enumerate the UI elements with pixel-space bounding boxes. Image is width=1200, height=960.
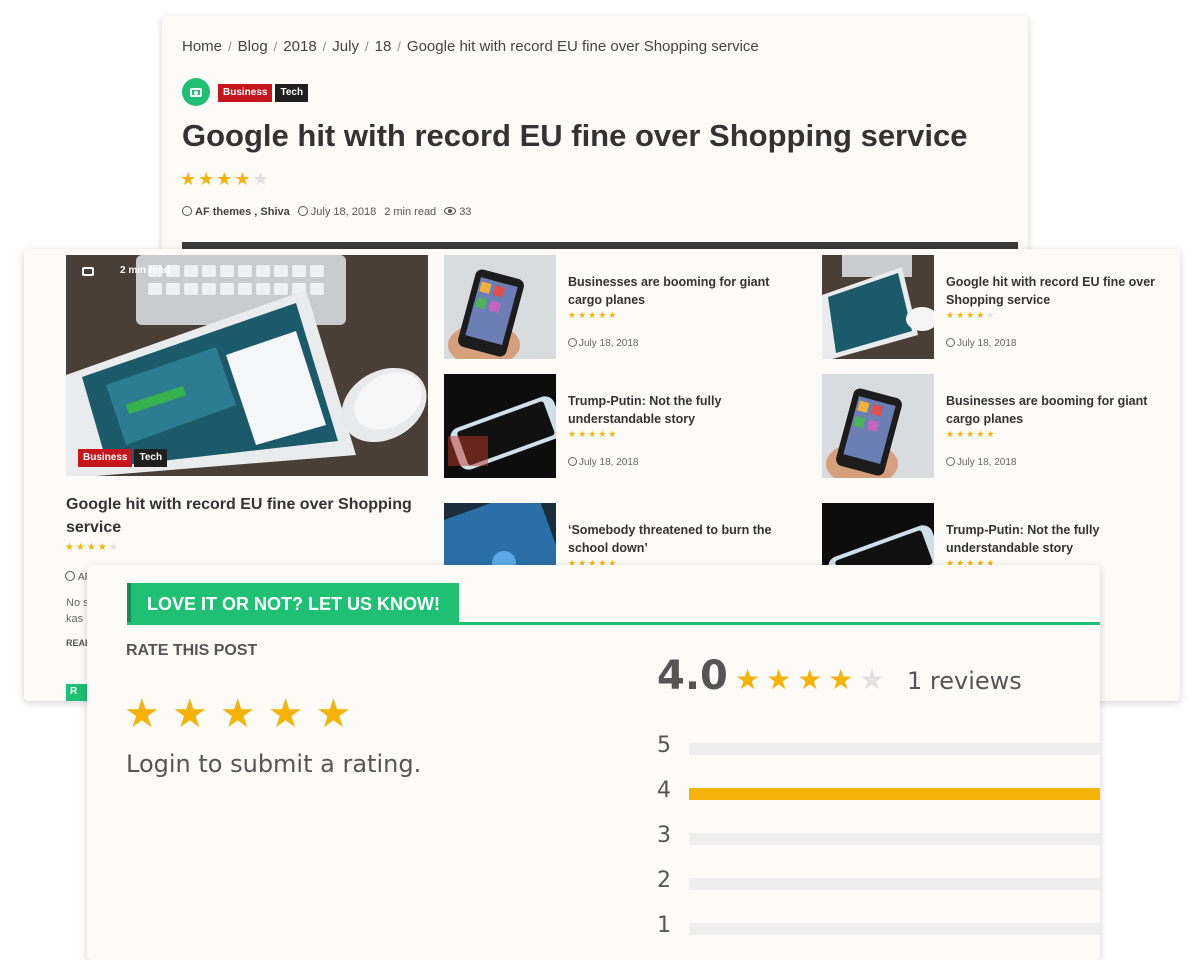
article-header-panel: Home / Blog/2018/July/18/Google hit with r… — [162, 16, 1028, 276]
post-card[interactable]: Businesses are booming for giant cargo p… — [444, 255, 804, 367]
clock-icon — [297, 206, 308, 216]
post-thumbnail[interactable] — [444, 255, 556, 359]
rating-divider — [127, 622, 1100, 625]
post-title[interactable]: Google hit with record EU fine over Shop… — [946, 273, 1180, 309]
excerpt-line-2: kas — [66, 613, 84, 625]
camera-icon — [182, 78, 210, 106]
featured-title[interactable]: Google hit with record EU fine over Shop… — [66, 493, 426, 539]
rating-bar-label: 1 — [657, 913, 671, 938]
rating-bar-track — [689, 743, 1100, 755]
average-rating: 4.0 — [657, 653, 728, 699]
post-title[interactable]: Businesses are booming for giant cargo p… — [568, 273, 804, 309]
tag-tech[interactable]: Tech — [134, 449, 168, 467]
breadcrumb-home[interactable]: Home — [182, 38, 222, 55]
rating-bar-row: 1 — [657, 913, 1100, 943]
post-rating-stars: ★★★★★ — [946, 310, 997, 320]
breadcrumb-year[interactable]: 2018 — [283, 38, 316, 55]
rate-star-5[interactable]: ★ — [315, 692, 363, 736]
article-meta: AF themes , Shiva July 18, 2018 2 min re… — [182, 206, 471, 218]
rating-bar-row: 5 — [657, 733, 1100, 763]
post-title[interactable]: Trump-Putin: Not the fully understandabl… — [568, 392, 804, 428]
rating-bar-fill — [689, 788, 1100, 800]
article-author[interactable]: AF themes , Shiva — [195, 206, 290, 218]
featured-image[interactable]: 2 min read Business Tech — [66, 255, 428, 476]
eye-icon — [444, 207, 457, 215]
tag-business[interactable]: Business — [78, 449, 133, 467]
featured-rating-stars: ★★★★★ — [65, 542, 120, 553]
tag-business[interactable]: Business — [218, 84, 273, 102]
post-thumbnail[interactable] — [444, 503, 556, 567]
rating-input-stars[interactable]: ★★★★★ — [124, 691, 363, 737]
post-title[interactable]: Trump-Putin: Not the fully understandabl… — [946, 521, 1180, 557]
post-thumbnail[interactable] — [822, 503, 934, 567]
post-date: July 18, 2018 — [568, 338, 639, 349]
article-date: July 18, 2018 — [310, 206, 377, 218]
featured-excerpt: No s kas — [66, 595, 89, 627]
rating-bar-label: 4 — [657, 778, 671, 803]
average-rating-stars: ★★★★★ — [735, 664, 891, 695]
post-date: July 18, 2018 — [946, 338, 1017, 349]
rating-bar-row: 4 — [657, 778, 1100, 808]
clock-icon — [568, 338, 577, 347]
breadcrumb-blog[interactable]: Blog — [238, 38, 268, 55]
rate-star-4[interactable]: ★ — [268, 692, 316, 736]
post-card[interactable]: Trump-Putin: Not the fully understandabl… — [822, 503, 1180, 567]
user-icon — [65, 571, 75, 581]
rate-star-1[interactable]: ★ — [124, 692, 172, 736]
rating-panel: LOVE IT OR NOT? LET US KNOW! RATE THIS P… — [87, 565, 1100, 960]
rating-bar-track — [689, 923, 1100, 935]
post-date-text: July 18, 2018 — [957, 457, 1017, 468]
post-card[interactable]: Trump-Putin: Not the fully understandabl… — [444, 374, 804, 486]
camera-icon — [82, 267, 94, 276]
post-date-text: July 18, 2018 — [957, 338, 1017, 349]
rating-bar-label: 3 — [657, 823, 671, 848]
rating-bar-row: 3 — [657, 823, 1100, 853]
post-card[interactable]: Google hit with record EU fine over Shop… — [822, 255, 1180, 367]
post-rating-stars: ★★★★★ — [568, 310, 619, 320]
breadcrumb-day[interactable]: 18 — [375, 38, 392, 55]
breadcrumb-current: Google hit with record EU fine over Shop… — [406, 38, 759, 55]
clock-icon — [946, 338, 955, 347]
post-date-text: July 18, 2018 — [579, 338, 639, 349]
rating-bar-label: 2 — [657, 868, 671, 893]
rating-header: LOVE IT OR NOT? LET US KNOW! — [127, 583, 459, 623]
breadcrumb-month[interactable]: July — [332, 38, 359, 55]
clock-icon — [946, 457, 955, 466]
post-rating-stars: ★★★★★ — [568, 429, 619, 439]
post-title[interactable]: Businesses are booming for giant cargo p… — [946, 392, 1180, 428]
post-card[interactable]: Businesses are booming for giant cargo p… — [822, 374, 1180, 486]
breadcrumb: Home / Blog/2018/July/18/Google hit with r… — [182, 38, 759, 55]
article-rating-stars: ★★★★★ — [180, 169, 271, 189]
post-thumbnail[interactable] — [822, 255, 934, 359]
excerpt-line-1: No s — [66, 597, 89, 609]
tag-tech[interactable]: Tech — [275, 84, 309, 102]
post-rating-stars: ★★★★★ — [946, 429, 997, 439]
article-title: Google hit with record EU fine over Shop… — [182, 118, 968, 153]
article-views: 33 — [459, 206, 472, 218]
rate-star-3[interactable]: ★ — [220, 692, 268, 736]
post-thumbnail[interactable] — [822, 374, 934, 478]
article-read-time: 2 min read — [384, 206, 437, 218]
rating-bar-row: 2 — [657, 868, 1100, 898]
rating-bar-label: 5 — [657, 733, 671, 758]
post-thumbnail[interactable] — [444, 374, 556, 478]
post-card[interactable]: ‘Somebody threatened to burn the school … — [444, 503, 804, 567]
rating-bar-track — [689, 788, 1100, 800]
clock-icon — [568, 457, 577, 466]
review-count: 1 reviews — [907, 667, 1022, 695]
featured-button[interactable]: R — [66, 684, 88, 701]
post-title[interactable]: ‘Somebody threatened to burn the school … — [568, 521, 804, 557]
login-to-rate-text[interactable]: Login to submit a rating. — [126, 750, 421, 778]
featured-read-time: 2 min read — [120, 265, 171, 276]
rate-this-post-label: RATE THIS POST — [126, 642, 258, 659]
user-icon — [182, 206, 192, 216]
post-date-text: July 18, 2018 — [579, 457, 639, 468]
rating-bar-track — [689, 833, 1100, 845]
rating-bar-track — [689, 878, 1100, 890]
post-date: July 18, 2018 — [946, 457, 1017, 468]
rate-star-2[interactable]: ★ — [172, 692, 220, 736]
post-date: July 18, 2018 — [568, 457, 639, 468]
